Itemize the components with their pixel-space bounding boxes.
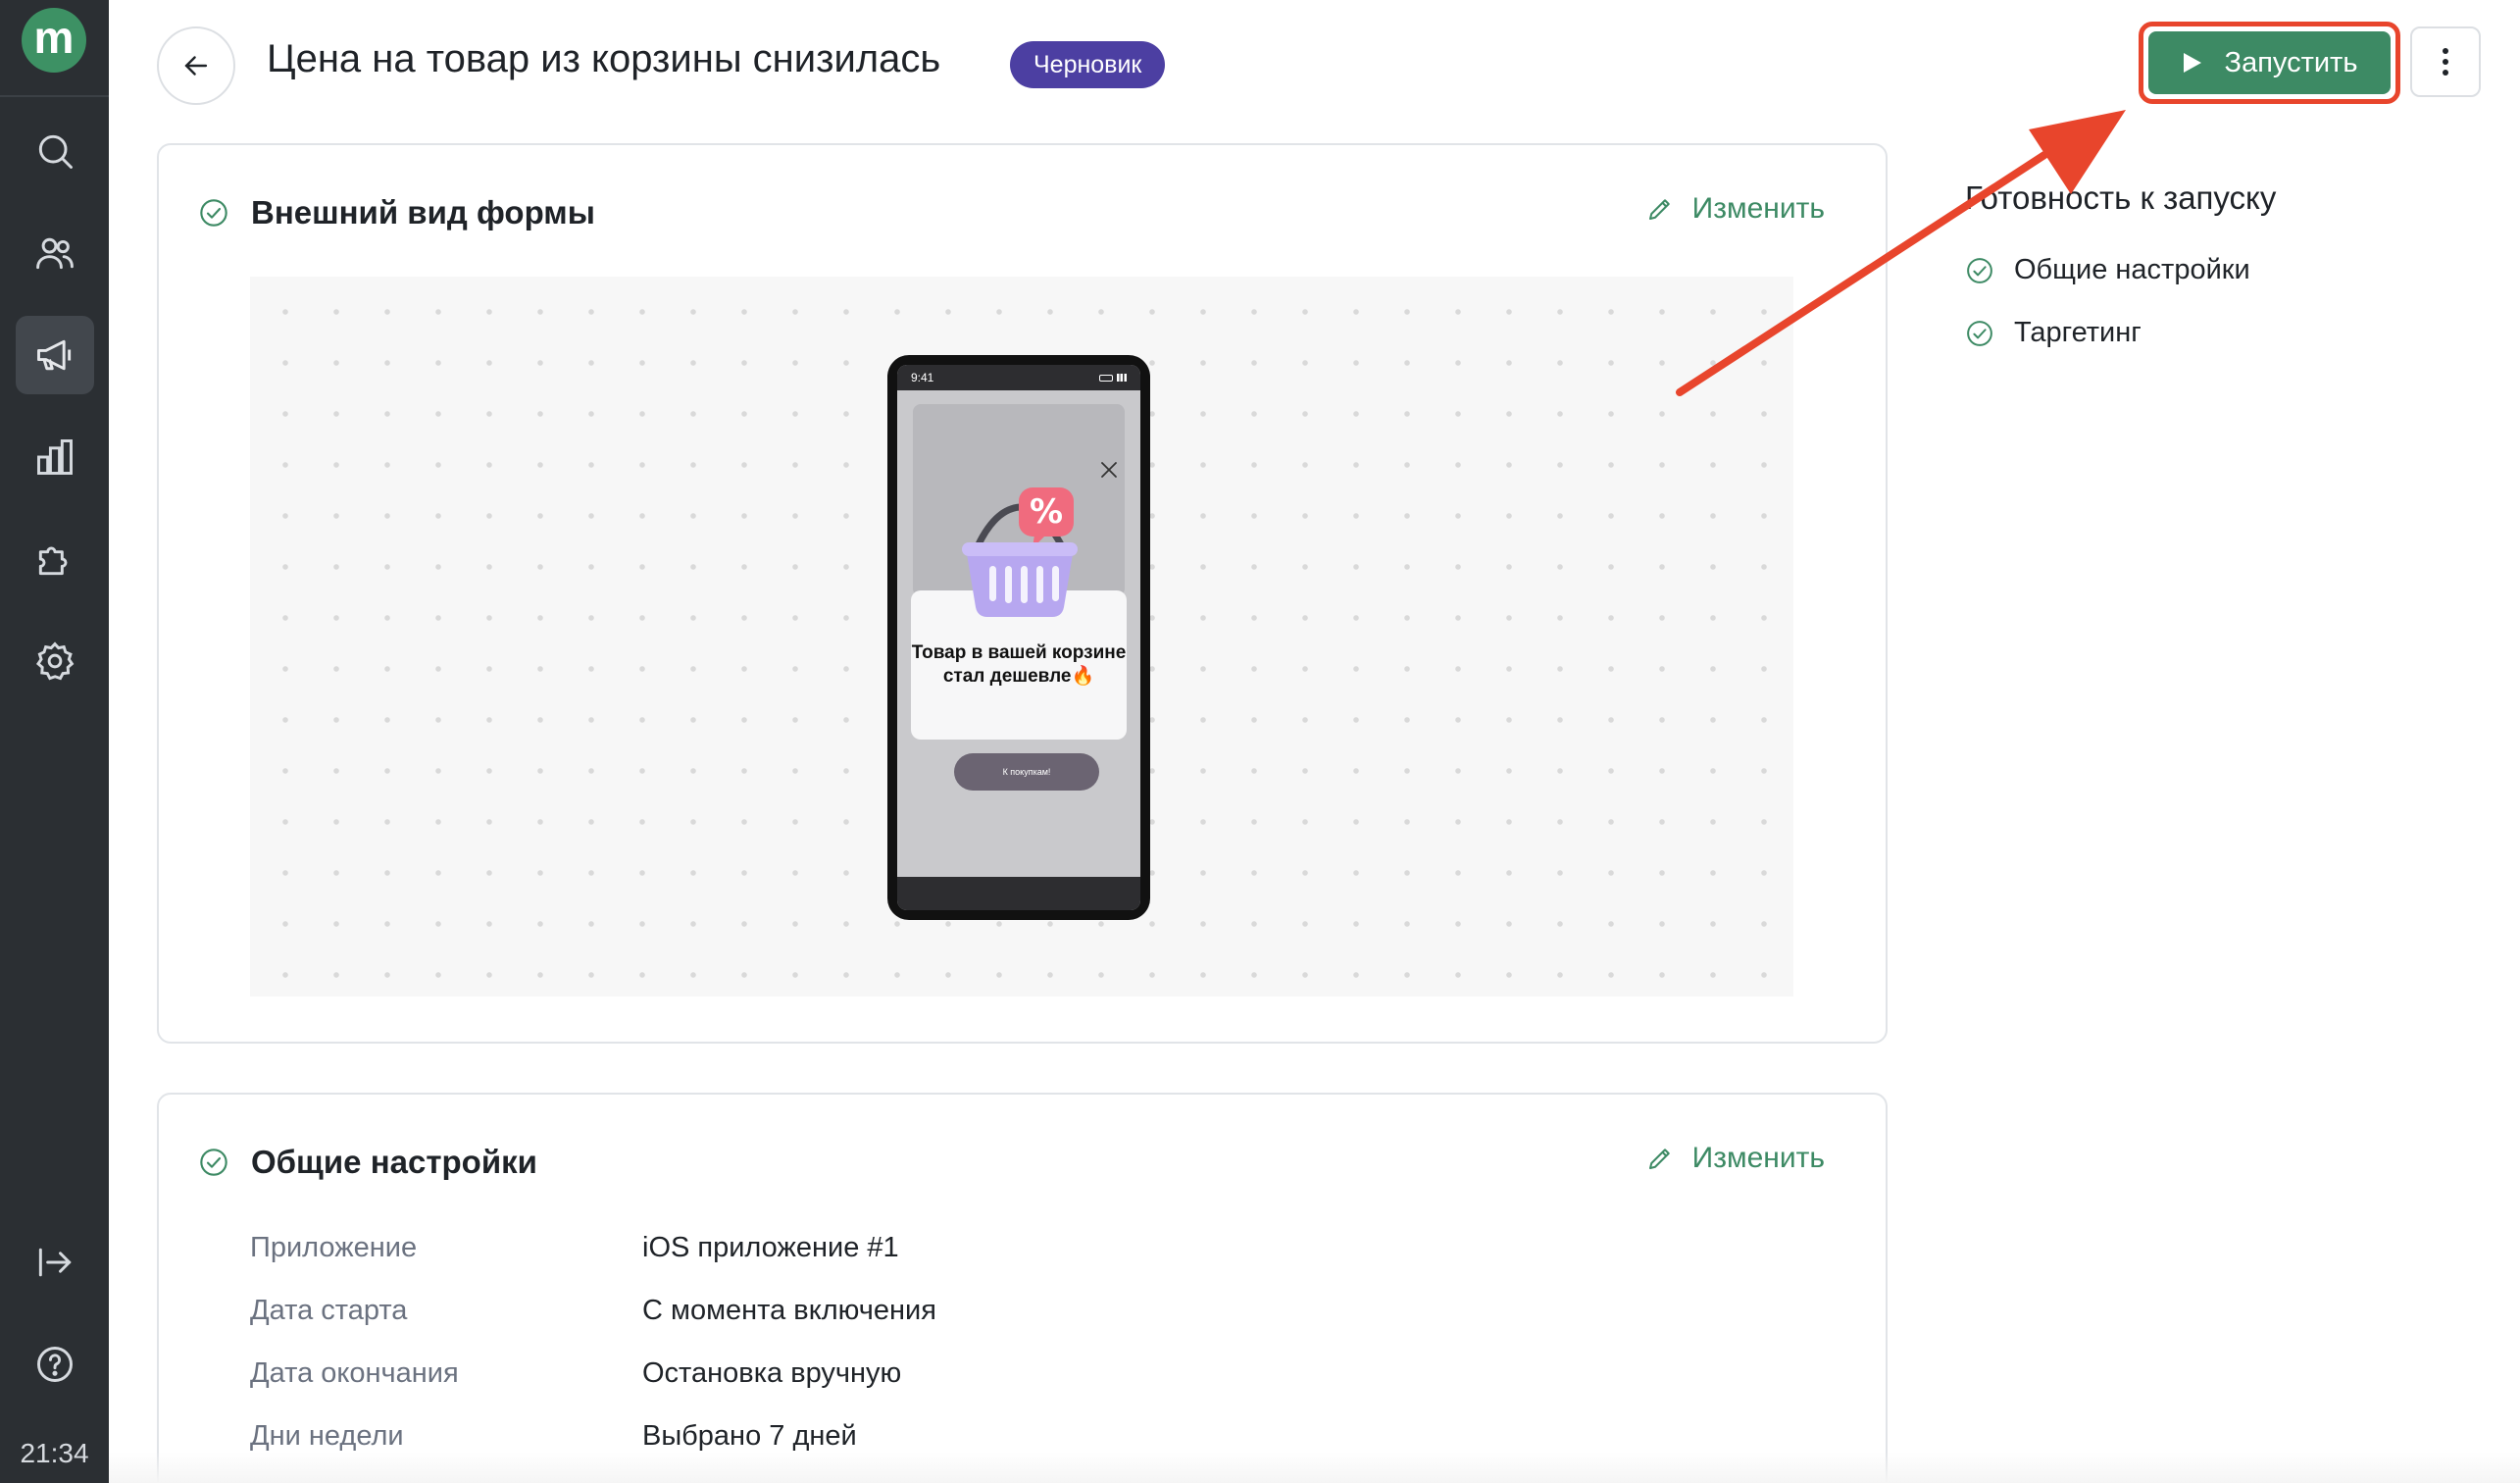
readiness-title: Готовность к запуску (1965, 179, 2277, 216)
puzzle-icon (38, 546, 68, 576)
settings-label: Дни недели (250, 1420, 404, 1452)
arrow-left-icon (184, 56, 208, 76)
sidebar-divider (0, 95, 109, 97)
scroll-fade (109, 1452, 2520, 1483)
help-icon (37, 1347, 73, 1382)
clock: 21:34 (20, 1438, 89, 1468)
logout-icon (38, 1248, 72, 1277)
phone-status-bar: 9:41 (897, 365, 1140, 390)
sidebar-item-audience[interactable] (16, 214, 94, 292)
form-preview-canvas: 9:41 % Товар в вашей корзине стал дешевл… (250, 277, 1793, 997)
readiness-item-label: Таргетинг (2014, 317, 2142, 348)
appearance-edit-label: Изменить (1691, 192, 1825, 225)
settings-row-app: Приложение iOS приложение #1 (250, 1232, 899, 1264)
phone-screen: 9:41 % Товар в вашей корзине стал дешевл… (897, 365, 1140, 910)
readiness-item-label: Общие настройки (2014, 254, 2250, 285)
check-circle-icon (200, 1149, 227, 1176)
sidebar: m 21:34 (0, 0, 109, 1483)
bar-chart-icon (37, 439, 73, 475)
phone-bottom-bar (897, 877, 1140, 910)
play-icon (2183, 53, 2201, 73)
general-card-title: Общие настройки (251, 1144, 537, 1180)
sidebar-item-search[interactable] (16, 112, 94, 190)
readiness-item-targeting: Таргетинг (1965, 317, 2142, 349)
shopping-basket-icon: % (962, 487, 1078, 617)
appearance-card-header: Внешний вид формы (198, 194, 595, 231)
settings-row-start-date: Дата старта С момента включения (250, 1295, 936, 1327)
general-edit-link[interactable]: Изменить (1645, 1142, 1825, 1175)
pencil-icon (1648, 199, 1670, 220)
run-button[interactable]: Запустить (2148, 31, 2391, 94)
users-icon (36, 237, 74, 270)
sidebar-item-logout[interactable] (16, 1223, 94, 1302)
megaphone-icon (37, 339, 72, 371)
popup-cta-button[interactable]: К покупкам! (954, 753, 1099, 791)
signal-icon (1117, 374, 1127, 382)
settings-value: Остановка вручную (642, 1357, 902, 1389)
gear-icon (36, 641, 75, 681)
check-circle-icon (200, 199, 227, 227)
app-logo[interactable]: m (22, 8, 86, 73)
readiness-item-general: Общие настройки (1965, 254, 2250, 286)
appearance-card-title: Внешний вид формы (251, 194, 595, 230)
page-title: Цена на товар из корзины снизилась (267, 37, 941, 80)
sidebar-item-integrations[interactable] (16, 520, 94, 598)
general-card-header: Общие настройки (198, 1144, 537, 1181)
phone-time: 9:41 (911, 371, 934, 384)
phone-status-icons (1099, 374, 1127, 382)
sidebar-item-help[interactable] (16, 1325, 94, 1404)
settings-label: Дата окончания (250, 1357, 459, 1389)
sidebar-item-settings[interactable] (16, 622, 94, 700)
status-badge: Черновик (1010, 41, 1166, 88)
settings-row-end-date: Дата окончания Остановка вручную (250, 1357, 901, 1390)
popup-message: Товар в вашей корзине стал дешевле🔥 (911, 642, 1127, 687)
svg-text:%: % (1030, 492, 1063, 532)
settings-label: Дата старта (250, 1295, 408, 1326)
sidebar-item-campaigns[interactable] (16, 316, 94, 394)
settings-value: iOS приложение #1 (642, 1232, 899, 1263)
settings-label: Приложение (250, 1232, 418, 1263)
appearance-edit-link[interactable]: Изменить (1645, 192, 1825, 226)
general-edit-label: Изменить (1691, 1142, 1825, 1174)
search-icon (38, 134, 73, 169)
phone-mockup: 9:41 % Товар в вашей корзине стал дешевл… (887, 355, 1150, 920)
settings-value: С момента включения (642, 1295, 936, 1326)
check-circle-icon (1967, 257, 1992, 283)
check-circle-icon (1967, 320, 1992, 346)
more-options-button[interactable] (2410, 26, 2481, 97)
settings-value: Выбрано 7 дней (642, 1420, 857, 1452)
close-icon[interactable] (1098, 459, 1120, 481)
run-button-label: Запустить (2224, 46, 2358, 78)
battery-icon (1099, 374, 1113, 382)
back-button[interactable] (157, 26, 235, 105)
appearance-card: Внешний вид формы Изменить 9:41 % Товар … (157, 143, 1888, 1044)
pencil-icon (1648, 1149, 1670, 1169)
sidebar-item-analytics[interactable] (16, 418, 94, 496)
general-settings-card: Общие настройки Изменить Приложение iOS … (157, 1093, 1888, 1483)
settings-row-weekdays: Дни недели Выбрано 7 дней (250, 1420, 857, 1453)
kebab-menu-icon (2443, 48, 2448, 76)
